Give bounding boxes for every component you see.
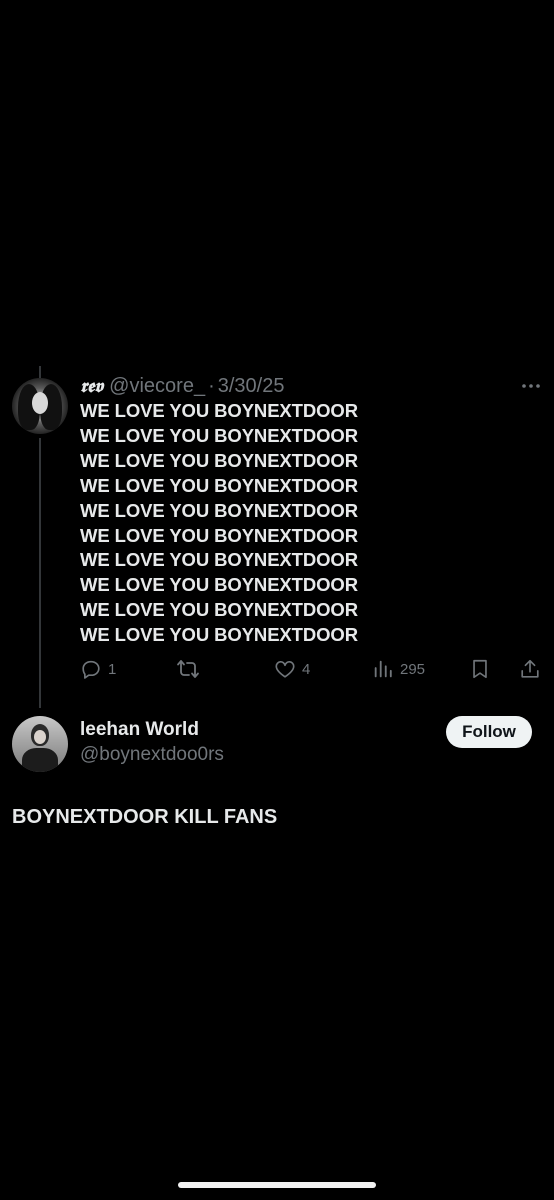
reply-author-name[interactable]: leehan World [80, 719, 199, 741]
header-separator: · [208, 375, 215, 397]
quoted-author-name[interactable]: 𝖗𝖊𝖛 [80, 376, 103, 397]
thread-connector-top [39, 366, 41, 378]
bookmark-icon [470, 658, 490, 680]
retweet-icon [176, 658, 200, 680]
quoted-author-avatar[interactable] [12, 378, 68, 434]
tweet-line: WE LOVE YOU BOYNEXTDOOR [80, 474, 358, 496]
quoted-post-header: 𝖗𝖊𝖛 @viecore_ · 3/30/25 [80, 374, 284, 399]
quoted-author-handle[interactable]: @viecore_ [109, 375, 205, 397]
heart-icon [274, 658, 296, 680]
tweet-line: WE LOVE YOU BOYNEXTDOOR [80, 449, 358, 471]
share-icon [519, 658, 541, 680]
reply-author-handle[interactable]: @boynextdoo0rs [80, 744, 224, 766]
quoted-post-text: WE LOVE YOU BOYNEXTDOOR WE LOVE YOU BOYN… [80, 399, 358, 648]
tweet-line: WE LOVE YOU BOYNEXTDOOR [80, 624, 358, 646]
tweet-line: WE LOVE YOU BOYNEXTDOOR [80, 599, 358, 621]
bookmark-button[interactable] [470, 658, 490, 680]
bar-chart-icon [372, 658, 394, 680]
post-date[interactable]: 3/30/25 [218, 375, 285, 397]
post-action-bar: 1 4 295 [0, 658, 554, 684]
tweet-line: WE LOVE YOU BOYNEXTDOOR [80, 400, 358, 421]
reply-button[interactable]: 1 [80, 658, 116, 680]
reply-author-avatar[interactable] [12, 716, 68, 772]
tweet-line: WE LOVE YOU BOYNEXTDOOR [80, 549, 358, 571]
reply-count: 1 [108, 660, 117, 678]
tweet-line: WE LOVE YOU BOYNEXTDOOR [80, 499, 358, 521]
tweet-line: WE LOVE YOU BOYNEXTDOOR [80, 574, 358, 596]
home-indicator[interactable] [178, 1182, 376, 1188]
like-button[interactable]: 4 [274, 658, 310, 680]
reply-icon [80, 658, 102, 680]
like-count: 4 [302, 660, 311, 678]
view-count: 295 [400, 660, 426, 678]
share-button[interactable] [519, 658, 541, 680]
post-text: BOYNEXTDOOR KILL FANS [12, 806, 278, 828]
more-horizontal-icon[interactable] [520, 376, 542, 396]
tweet-line: WE LOVE YOU BOYNEXTDOOR [80, 524, 358, 546]
views-button[interactable]: 295 [372, 658, 425, 680]
tweet-line: WE LOVE YOU BOYNEXTDOOR [80, 424, 358, 446]
follow-button[interactable]: Follow [446, 716, 532, 748]
retweet-button[interactable] [176, 658, 206, 680]
